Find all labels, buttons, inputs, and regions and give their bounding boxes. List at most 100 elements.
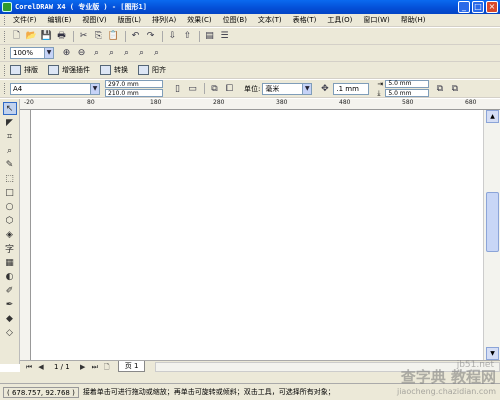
portrait-icon[interactable]: ▯: [171, 82, 184, 95]
app-launcher-icon[interactable]: ▤: [203, 30, 216, 43]
zoom-selected-icon[interactable]: ⌕: [90, 47, 103, 60]
zoom-out-icon[interactable]: ⊖: [75, 47, 88, 60]
shape-tool-icon[interactable]: ◤: [3, 116, 17, 129]
undo-icon[interactable]: ↶: [129, 30, 142, 43]
menu-window[interactable]: 窗口(W): [363, 15, 389, 25]
pick-tool-icon[interactable]: ↖: [2, 102, 17, 115]
table-tool-icon[interactable]: ▦: [3, 256, 17, 269]
menu-edit[interactable]: 编辑(E): [48, 15, 72, 25]
vertical-scrollbar[interactable]: ▲ ▼: [483, 110, 500, 360]
page-setup-icon[interactable]: ⧉: [448, 82, 461, 95]
page-width-field[interactable]: 297.0 mm: [105, 80, 163, 88]
menu-table[interactable]: 表格(T): [293, 15, 317, 25]
next-page-icon[interactable]: ▶: [78, 362, 88, 372]
nudge-field[interactable]: .1 mm: [333, 82, 370, 95]
crop-tool-icon[interactable]: ⌗: [3, 130, 17, 143]
redo-icon[interactable]: ↷: [144, 30, 157, 43]
paste-icon[interactable]: 📋: [107, 30, 120, 43]
align-button[interactable]: 阳齐: [138, 65, 166, 75]
current-page-icon[interactable]: ⧠: [223, 82, 236, 95]
typeset-button[interactable]: 排版: [10, 65, 38, 75]
toolbar-grip[interactable]: [4, 47, 7, 59]
cut-icon[interactable]: ✂: [77, 30, 90, 43]
drawing-canvas[interactable]: [31, 110, 483, 360]
title-bar: CorelDRAW X4 ( 专业版 ) - [图形1] _ □ ×: [0, 0, 500, 14]
page-height-field[interactable]: 210.0 mm: [105, 89, 163, 97]
menu-arrange[interactable]: 排列(A): [152, 15, 176, 25]
basic-shapes-icon[interactable]: ◈: [3, 228, 17, 241]
menu-bitmaps[interactable]: 位图(B): [223, 15, 247, 25]
plugin-icon: [48, 65, 59, 75]
freehand-tool-icon[interactable]: ✎: [3, 158, 17, 171]
zoom-height-icon[interactable]: ⌕: [150, 47, 163, 60]
menu-view[interactable]: 视图(V): [82, 15, 106, 25]
toolbar-grip[interactable]: [4, 64, 7, 76]
polygon-tool-icon[interactable]: ⬡: [3, 214, 17, 227]
all-pages-icon[interactable]: ⧉: [208, 82, 221, 95]
save-icon[interactable]: 💾: [40, 30, 53, 43]
transform-button[interactable]: 转换: [100, 65, 128, 75]
first-page-icon[interactable]: ⏮: [24, 362, 34, 372]
prev-page-icon[interactable]: ◀: [36, 362, 46, 372]
menu-effects[interactable]: 效果(C): [187, 15, 211, 25]
dup-x-field[interactable]: 5.0 mm: [385, 79, 430, 88]
minimize-button[interactable]: _: [458, 1, 470, 13]
zoom-tool-icon[interactable]: ⌕: [3, 144, 17, 157]
nudge-icon: ✥: [321, 83, 329, 94]
interactive-blend-icon[interactable]: ◐: [3, 270, 17, 283]
vertical-ruler[interactable]: [20, 110, 31, 360]
rectangle-tool-icon[interactable]: □: [3, 186, 17, 199]
close-button[interactable]: ×: [486, 1, 498, 13]
last-page-icon[interactable]: ⏭: [90, 362, 100, 372]
paper-size-combo[interactable]: A4 ▼: [10, 82, 100, 95]
open-icon[interactable]: 📂: [25, 30, 38, 43]
print-icon[interactable]: 🖶: [55, 30, 68, 43]
zoom-page-icon[interactable]: ⌕: [120, 47, 133, 60]
scroll-down-icon[interactable]: ▼: [486, 347, 499, 360]
menu-tools[interactable]: 工具(O): [327, 15, 352, 25]
chevron-down-icon[interactable]: ▼: [44, 48, 53, 58]
page-options-icon[interactable]: ⧉: [433, 82, 446, 95]
zoom-all-icon[interactable]: ⌕: [105, 47, 118, 60]
chevron-down-icon[interactable]: ▼: [302, 83, 312, 94]
ruler-tick-label: 80: [87, 99, 95, 106]
outline-tool-icon[interactable]: ✒: [3, 298, 17, 311]
dup-y-icon: ⤓: [377, 88, 381, 97]
menubar-grip[interactable]: [4, 15, 7, 25]
align-icon: [138, 65, 149, 75]
horizontal-ruler[interactable]: -20 80 180 280 380 480 580 680: [20, 99, 500, 110]
import-icon[interactable]: ⇩: [166, 30, 179, 43]
enhance-plugin-button[interactable]: 增强插件: [48, 65, 90, 75]
add-page-icon[interactable]: 🗋: [102, 362, 112, 372]
zoom-width-icon[interactable]: ⌕: [135, 47, 148, 60]
zoom-combo[interactable]: 100% ▼: [10, 47, 54, 59]
zoom-in-icon[interactable]: ⊕: [60, 47, 73, 60]
chevron-down-icon[interactable]: ▼: [90, 83, 99, 94]
menu-file[interactable]: 文件(F): [13, 15, 37, 25]
menu-layout[interactable]: 版面(L): [118, 15, 141, 25]
toolbar-grip[interactable]: [4, 30, 7, 42]
scroll-thumb[interactable]: [486, 192, 499, 252]
page-count: 1 / 1: [54, 362, 70, 371]
ellipse-tool-icon[interactable]: ○: [3, 200, 17, 213]
text-tool-icon[interactable]: 字: [3, 242, 17, 255]
scroll-up-icon[interactable]: ▲: [486, 110, 499, 123]
fill-tool-icon[interactable]: ◆: [3, 312, 17, 325]
dup-y-field[interactable]: 5.0 mm: [385, 89, 430, 97]
page-tab[interactable]: 页 1: [117, 361, 146, 372]
menu-help[interactable]: 帮助(H): [401, 15, 426, 25]
copy-icon[interactable]: ⎘: [92, 30, 105, 43]
options-icon[interactable]: ☰: [218, 30, 231, 43]
page-dimensions: 297.0 mm 210.0 mm: [105, 80, 163, 97]
interactive-fill-icon[interactable]: ◇: [3, 326, 17, 339]
units-combo[interactable]: 毫米 ▼: [262, 82, 313, 95]
eyedropper-tool-icon[interactable]: ✐: [3, 284, 17, 297]
toolbar-grip[interactable]: [4, 83, 7, 94]
coreldraw-app-icon: [2, 2, 12, 12]
maximize-button[interactable]: □: [472, 1, 484, 13]
landscape-icon[interactable]: ▭: [186, 82, 199, 95]
export-icon[interactable]: ⇧: [181, 30, 194, 43]
new-icon[interactable]: 🗋: [10, 30, 23, 43]
smart-fill-icon[interactable]: ⬚: [3, 172, 17, 185]
menu-text[interactable]: 文本(T): [258, 15, 282, 25]
